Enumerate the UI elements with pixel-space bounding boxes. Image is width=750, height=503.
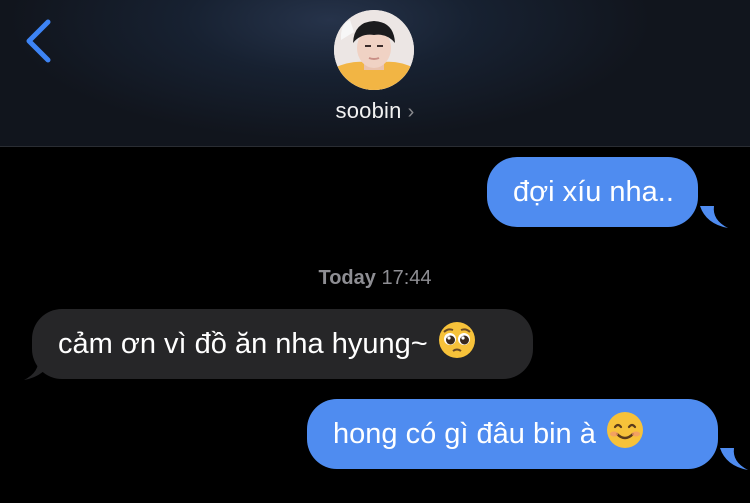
timestamp-day: Today	[318, 267, 376, 289]
bubble-tail	[24, 358, 52, 380]
message-text: cảm ơn vì đồ ăn nha hyung~	[58, 328, 428, 360]
message-bubble-outgoing[interactable]: đợi xíu nha..	[487, 157, 698, 227]
message-bubble-incoming[interactable]: cảm ơn vì đồ ăn nha hyung~	[32, 309, 533, 379]
contact-name[interactable]: soobin ›	[0, 98, 750, 124]
message-text: hong có gì đâu bin à	[333, 418, 596, 450]
timestamp: Today 17:44	[0, 267, 750, 290]
message-bubble-outgoing[interactable]: hong có gì đâu bin à	[307, 399, 718, 469]
chevron-left-icon	[26, 19, 51, 63]
chat-header: soobin ›	[0, 0, 750, 147]
message-text: đợi xíu nha..	[513, 176, 674, 208]
bubble-tail	[700, 206, 728, 228]
avatar-photo	[334, 10, 414, 90]
back-button[interactable]	[20, 18, 60, 64]
pleading-face-emoji	[438, 321, 476, 368]
bubble-tail	[720, 448, 748, 470]
chevron-right-icon: ›	[407, 101, 415, 123]
smiling-face-emoji	[606, 411, 644, 458]
avatar[interactable]	[334, 10, 414, 90]
timestamp-time: 17:44	[381, 267, 432, 289]
contact-name-label: soobin	[335, 98, 402, 123]
